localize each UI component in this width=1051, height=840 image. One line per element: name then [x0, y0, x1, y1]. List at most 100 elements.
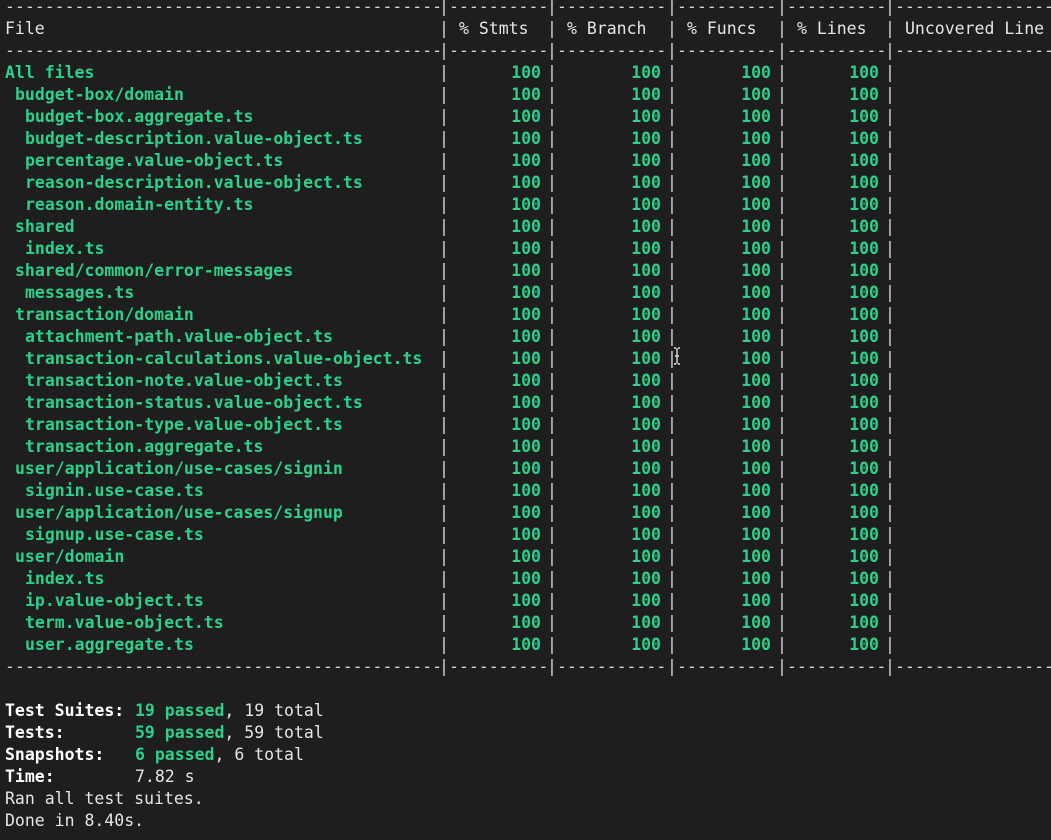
column-separator: |: [885, 591, 895, 610]
column-separator: |: [885, 613, 895, 632]
row-funcs: 100: [741, 349, 771, 368]
column-separator: |: [547, 547, 557, 566]
row-file-name: transaction/domain: [15, 305, 194, 324]
column-separator: |: [547, 393, 557, 412]
column-separator: |: [885, 19, 895, 38]
column-separator: |: [667, 415, 677, 434]
column-separator: |: [547, 437, 557, 456]
test-suites-label: Test Suites:: [5, 701, 125, 720]
column-separator: |: [547, 19, 557, 38]
row-branch: 100: [631, 415, 661, 434]
column-separator: |: [667, 129, 677, 148]
column-separator: |: [667, 151, 677, 170]
row-branch: 100: [631, 63, 661, 82]
column-separator: |: [667, 459, 677, 478]
row-lines: 100: [849, 393, 879, 412]
column-separator: |: [777, 503, 787, 522]
column-separator: |: [439, 195, 449, 214]
column-separator: |: [547, 85, 557, 104]
column-separator: |: [547, 371, 557, 390]
column-separator: |: [439, 283, 449, 302]
column-separator: |: [777, 327, 787, 346]
column-separator: |: [667, 327, 677, 346]
tests-total: , 59 total: [224, 723, 324, 742]
table-row: shared/common/error-messages | 100 | 100 | 100…: [5, 260, 1051, 282]
column-separator: |: [667, 591, 677, 610]
column-separator: |: [885, 85, 895, 104]
column-separator: |: [547, 481, 557, 500]
rule-segment: --------------------: [895, 657, 1051, 676]
column-separator: |: [885, 569, 895, 588]
test-suites-passed: 19 passed: [135, 701, 225, 720]
row-branch: 100: [631, 349, 661, 368]
row-stmts: 100: [511, 305, 541, 324]
column-separator: |: [439, 19, 449, 38]
column-separator: |: [777, 85, 787, 104]
column-separator: |: [667, 41, 677, 60]
row-uncovered: [895, 326, 1051, 348]
row-uncovered: [895, 128, 1051, 150]
row-uncovered: [895, 370, 1051, 392]
row-file-name: attachment-path.value-object.ts: [25, 327, 333, 346]
column-separator: |: [885, 261, 895, 280]
column-separator: |: [777, 635, 787, 654]
column-separator: |: [777, 569, 787, 588]
table-rule-top: ----------------------------------------…: [5, 0, 1051, 18]
row-stmts: 100: [511, 129, 541, 148]
row-branch: 100: [631, 85, 661, 104]
column-separator: |: [777, 657, 787, 676]
column-separator: |: [885, 371, 895, 390]
column-separator: |: [547, 503, 557, 522]
column-separator: |: [439, 371, 449, 390]
column-separator: |: [777, 415, 787, 434]
table-row: budget-box.aggregate.ts | 100 | 100 | 100 | 100 |: [5, 106, 1051, 128]
column-separator: |: [777, 261, 787, 280]
column-separator: |: [439, 525, 449, 544]
table-row: ip.value-object.ts | 100 | 100 | 100 | 100 |: [5, 590, 1051, 612]
row-file-name: transaction-status.value-object.ts: [25, 393, 363, 412]
column-separator: |: [777, 107, 787, 126]
column-separator: |: [885, 437, 895, 456]
column-separator: |: [547, 635, 557, 654]
column-separator: |: [547, 525, 557, 544]
column-separator: |: [667, 195, 677, 214]
row-lines: 100: [849, 525, 879, 544]
row-file-name: index.ts: [25, 569, 105, 588]
row-funcs: 100: [741, 305, 771, 324]
column-separator: |: [547, 349, 557, 368]
column-separator: |: [547, 239, 557, 258]
row-lines: 100: [849, 305, 879, 324]
row-lines: 100: [849, 63, 879, 82]
column-separator: |: [439, 41, 449, 60]
row-file-name: reason-description.value-object.ts: [25, 173, 363, 192]
column-separator: |: [667, 503, 677, 522]
column-separator: |: [777, 0, 787, 16]
row-file-name: percentage.value-object.ts: [25, 151, 284, 170]
row-funcs: 100: [741, 569, 771, 588]
column-separator: |: [667, 525, 677, 544]
column-separator: |: [777, 283, 787, 302]
column-separator: |: [667, 19, 677, 38]
column-separator: |: [439, 349, 449, 368]
row-funcs: 100: [741, 371, 771, 390]
terminal-window[interactable]: ----------------------------------------…: [0, 0, 1051, 840]
table-row: transaction-calculations.value-object.ts…: [5, 348, 1051, 370]
column-separator: |: [547, 217, 557, 236]
column-separator: |: [439, 437, 449, 456]
table-row: transaction-type.value-object.ts | 100 | 100…: [5, 414, 1051, 436]
row-funcs: 100: [741, 481, 771, 500]
column-separator: |: [547, 569, 557, 588]
column-separator: |: [885, 547, 895, 566]
row-branch: 100: [631, 217, 661, 236]
tests-label: Tests:: [5, 723, 65, 742]
table-row: transaction/domain | 100 | 100 | 100 | 100 |: [5, 304, 1051, 326]
row-lines: 100: [849, 371, 879, 390]
row-lines: 100: [849, 481, 879, 500]
table-row: index.ts | 100 | 100 | 100 | 100 |: [5, 568, 1051, 590]
row-branch: 100: [631, 305, 661, 324]
column-separator: |: [885, 459, 895, 478]
row-stmts: 100: [511, 437, 541, 456]
row-uncovered: [895, 502, 1051, 524]
row-uncovered: [895, 62, 1051, 84]
row-uncovered: [895, 458, 1051, 480]
